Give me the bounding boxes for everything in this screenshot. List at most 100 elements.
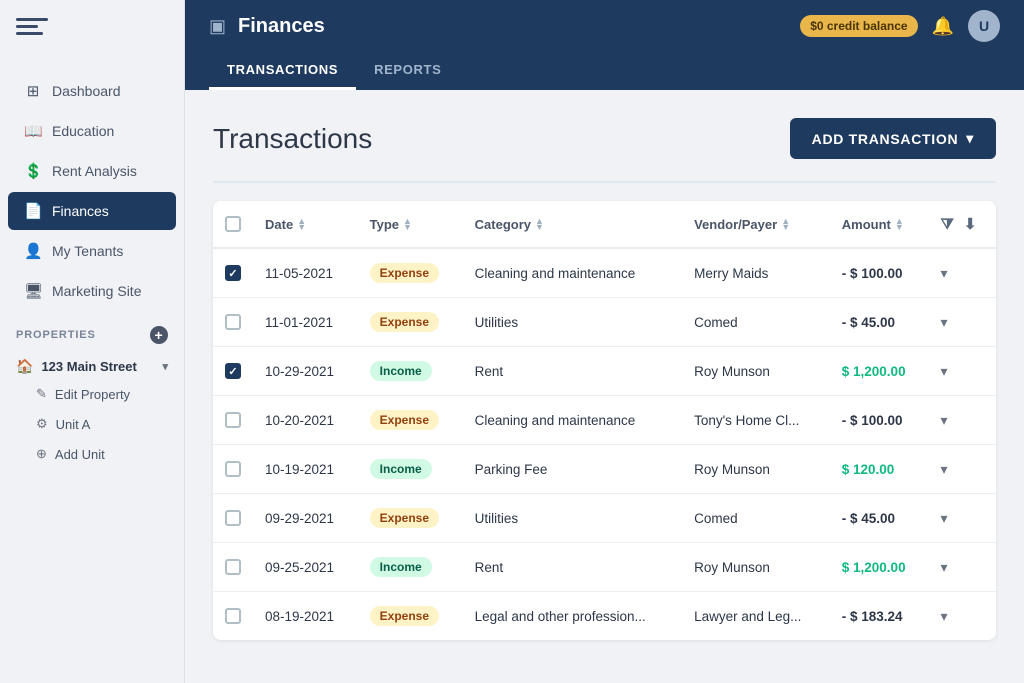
- row-checkbox-4[interactable]: [225, 412, 241, 428]
- sidebar-item-add-unit[interactable]: ⊕ Add Unit: [0, 439, 184, 469]
- row-checkbox-7[interactable]: [225, 559, 241, 575]
- credit-balance-badge[interactable]: $0 credit balance: [800, 15, 917, 37]
- table-body: 11-05-2021 Expense Cleaning and maintena…: [213, 248, 996, 640]
- th-category-label: Category: [475, 217, 531, 232]
- filter-icon[interactable]: ⧩: [941, 216, 954, 233]
- table-row: 10-29-2021 Income Rent Roy Munson $ 1,20…: [213, 347, 996, 396]
- logo-icon: [16, 18, 48, 46]
- tab-transactions[interactable]: TRANSACTIONS: [209, 52, 356, 90]
- type-sort-icon[interactable]: ▲▼: [403, 218, 412, 231]
- td-type-8: Expense: [358, 592, 463, 641]
- type-badge: Income: [370, 459, 432, 479]
- expand-row-button[interactable]: ▾: [941, 363, 948, 379]
- td-select-4: [213, 396, 253, 445]
- sidebar-item-rent-analysis[interactable]: 💲 Rent Analysis: [8, 152, 176, 190]
- date-value: 09-29-2021: [265, 511, 334, 526]
- amount-value: $ 120.00: [842, 462, 895, 477]
- amount-value: $ 1,200.00: [842, 364, 906, 379]
- type-badge: Expense: [370, 312, 439, 332]
- sidebar-item-dashboard[interactable]: ⊞ Dashboard: [8, 72, 176, 110]
- expand-row-button[interactable]: ▾: [941, 608, 948, 624]
- td-expand-3: ▾: [929, 347, 996, 396]
- expand-row-button[interactable]: ▾: [941, 412, 948, 428]
- td-category-5: Parking Fee: [463, 445, 682, 494]
- property-123-main[interactable]: 🏠 123 Main Street ▾: [0, 350, 184, 379]
- sub-nav-label: Unit A: [56, 417, 91, 432]
- td-vendor-1: Merry Maids: [682, 248, 830, 298]
- page-title: Transactions: [213, 123, 372, 155]
- row-checkbox-8[interactable]: [225, 608, 241, 624]
- td-date-4: 10-20-2021: [253, 396, 358, 445]
- td-select-1: [213, 248, 253, 298]
- education-icon: 📖: [24, 122, 42, 140]
- table-row: 08-19-2021 Expense Legal and other profe…: [213, 592, 996, 641]
- amount-value: - $ 100.00: [842, 266, 903, 281]
- td-type-1: Expense: [358, 248, 463, 298]
- row-checkbox-5[interactable]: [225, 461, 241, 477]
- td-category-3: Rent: [463, 347, 682, 396]
- th-vendor-label: Vendor/Payer: [694, 217, 777, 232]
- vendor-sort-icon[interactable]: ▲▼: [781, 218, 790, 231]
- td-select-2: [213, 298, 253, 347]
- sidebar-item-finances[interactable]: 📄 Finances: [8, 192, 176, 230]
- property-name: 123 Main Street: [41, 359, 136, 374]
- add-transaction-label: ADD TRANSACTION: [812, 131, 959, 147]
- logo-line-1: [16, 18, 48, 21]
- type-badge: Expense: [370, 508, 439, 528]
- vendor-value: Tony's Home Cl...: [694, 413, 799, 428]
- sidebar-item-unit-a[interactable]: ⚙ Unit A: [0, 409, 184, 439]
- vendor-value: Comed: [694, 511, 738, 526]
- td-expand-2: ▾: [929, 298, 996, 347]
- td-amount-1: - $ 100.00: [830, 248, 929, 298]
- row-checkbox-3[interactable]: [225, 363, 241, 379]
- expand-row-button[interactable]: ▾: [941, 314, 948, 330]
- td-amount-6: - $ 45.00: [830, 494, 929, 543]
- td-amount-2: - $ 45.00: [830, 298, 929, 347]
- amount-value: $ 1,200.00: [842, 560, 906, 575]
- add-transaction-button[interactable]: ADD TRANSACTION ▾: [790, 118, 996, 159]
- avatar[interactable]: U: [968, 10, 1000, 42]
- sidebar-item-edit-property[interactable]: ✎ Edit Property: [0, 379, 184, 409]
- property-chevron-icon: ▾: [162, 360, 168, 373]
- td-vendor-3: Roy Munson: [682, 347, 830, 396]
- tab-reports[interactable]: REPORTS: [356, 52, 459, 90]
- expand-row-button[interactable]: ▾: [941, 461, 948, 477]
- logo: [0, 0, 184, 62]
- sidebar-item-my-tenants[interactable]: 👤 My Tenants: [8, 232, 176, 270]
- td-vendor-7: Roy Munson: [682, 543, 830, 592]
- amount-value: - $ 45.00: [842, 315, 895, 330]
- sidebar-item-marketing-site[interactable]: 🖥 Marketing Site: [8, 272, 176, 310]
- expand-row-button[interactable]: ▾: [941, 510, 948, 526]
- amount-value: - $ 183.24: [842, 609, 903, 624]
- td-category-6: Utilities: [463, 494, 682, 543]
- td-category-8: Legal and other profession...: [463, 592, 682, 641]
- row-checkbox-1[interactable]: [225, 265, 241, 281]
- rent-icon: 💲: [24, 162, 42, 180]
- row-checkbox-2[interactable]: [225, 314, 241, 330]
- category-sort-icon[interactable]: ▲▼: [535, 218, 544, 231]
- download-icon[interactable]: ⬇: [964, 215, 977, 233]
- notification-icon[interactable]: 🔔: [932, 16, 954, 37]
- td-select-8: [213, 592, 253, 641]
- properties-section-header: PROPERTIES +: [0, 312, 184, 350]
- th-date: Date ▲▼: [253, 201, 358, 248]
- add-property-button[interactable]: +: [150, 326, 168, 344]
- td-expand-4: ▾: [929, 396, 996, 445]
- sidebar-item-education[interactable]: 📖 Education: [8, 112, 176, 150]
- td-category-7: Rent: [463, 543, 682, 592]
- amount-sort-icon[interactable]: ▲▼: [895, 218, 904, 231]
- th-date-label: Date: [265, 217, 293, 232]
- date-value: 10-19-2021: [265, 462, 334, 477]
- transactions-table: Date ▲▼ Type ▲▼ Category: [213, 201, 996, 640]
- table-row: 11-01-2021 Expense Utilities Comed - $ 4…: [213, 298, 996, 347]
- td-expand-6: ▾: [929, 494, 996, 543]
- category-value: Rent: [475, 560, 504, 575]
- add-unit-icon: ⊕: [36, 446, 47, 462]
- category-value: Parking Fee: [475, 462, 548, 477]
- tabs: TRANSACTIONS REPORTS: [185, 52, 1024, 90]
- row-checkbox-6[interactable]: [225, 510, 241, 526]
- select-all-checkbox[interactable]: [225, 216, 241, 232]
- date-sort-icon[interactable]: ▲▼: [297, 218, 306, 231]
- expand-row-button[interactable]: ▾: [941, 265, 948, 281]
- expand-row-button[interactable]: ▾: [941, 559, 948, 575]
